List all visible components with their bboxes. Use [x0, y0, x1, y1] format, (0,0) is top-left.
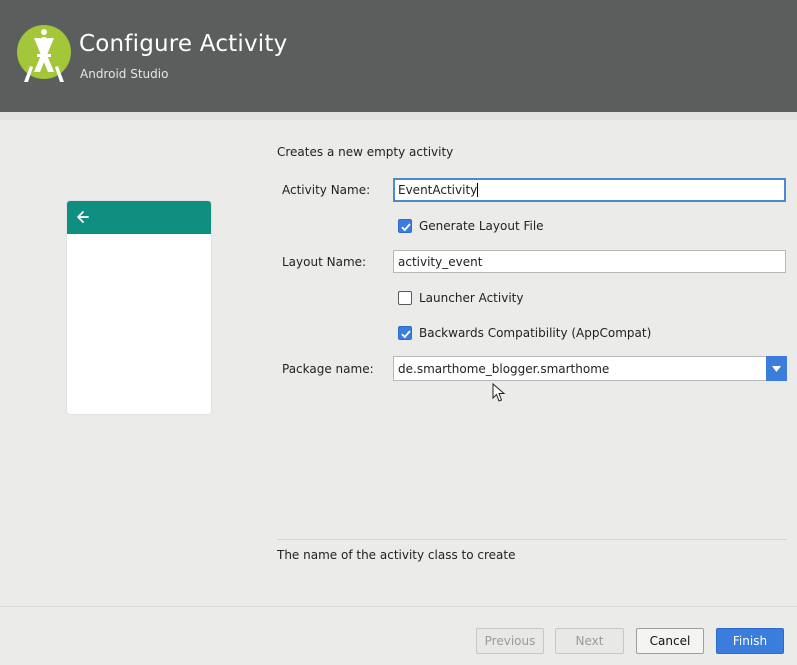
- preview-app-bar: [67, 201, 211, 234]
- activity-name-value: EventActivity: [398, 183, 478, 197]
- hint-divider: [277, 539, 787, 540]
- page-subtitle: Android Studio: [80, 67, 169, 81]
- android-studio-logo-icon: [16, 24, 74, 86]
- activity-preview: [67, 201, 211, 414]
- cancel-button[interactable]: Cancel: [636, 628, 704, 654]
- wizard-header: Configure Activity Android Studio: [0, 0, 797, 112]
- header-shadow-strip: [0, 112, 797, 120]
- text-caret: [477, 183, 479, 197]
- previous-button[interactable]: Previous: [476, 628, 544, 654]
- launcher-activity-checkbox[interactable]: Launcher Activity: [398, 291, 598, 307]
- activity-name-input[interactable]: EventActivity: [393, 178, 786, 202]
- checkbox-checked-icon[interactable]: [398, 326, 412, 340]
- field-hint-text: The name of the activity class to create: [277, 548, 516, 562]
- layout-name-value: activity_event: [398, 255, 483, 269]
- generate-layout-label: Generate Layout File: [419, 219, 544, 233]
- arrow-left-icon: [75, 209, 91, 225]
- activity-description: Creates a new empty activity: [277, 145, 454, 159]
- chevron-down-icon: [772, 366, 781, 372]
- package-name-dropdown[interactable]: de.smarthome_blogger.smarthome: [393, 356, 787, 381]
- backwards-compat-checkbox[interactable]: Backwards Compatibility (AppCompat): [398, 326, 658, 342]
- checkbox-unchecked-icon[interactable]: [398, 291, 412, 305]
- backwards-compat-label: Backwards Compatibility (AppCompat): [419, 326, 652, 340]
- generate-layout-checkbox[interactable]: Generate Layout File: [398, 219, 598, 235]
- page-title: Configure Activity: [79, 31, 288, 57]
- next-button[interactable]: Next: [555, 628, 624, 654]
- layout-name-label: Layout Name:: [282, 255, 367, 269]
- finish-button[interactable]: Finish: [716, 628, 784, 654]
- package-name-value: de.smarthome_blogger.smarthome: [398, 362, 610, 376]
- launcher-activity-label: Launcher Activity: [419, 291, 524, 305]
- mouse-pointer-icon: [492, 382, 506, 406]
- layout-name-input[interactable]: activity_event: [393, 250, 786, 273]
- dropdown-toggle-button[interactable]: [766, 356, 787, 381]
- checkbox-checked-icon[interactable]: [398, 219, 412, 233]
- package-name-label: Package name:: [282, 362, 374, 376]
- activity-name-label: Activity Name:: [282, 183, 371, 197]
